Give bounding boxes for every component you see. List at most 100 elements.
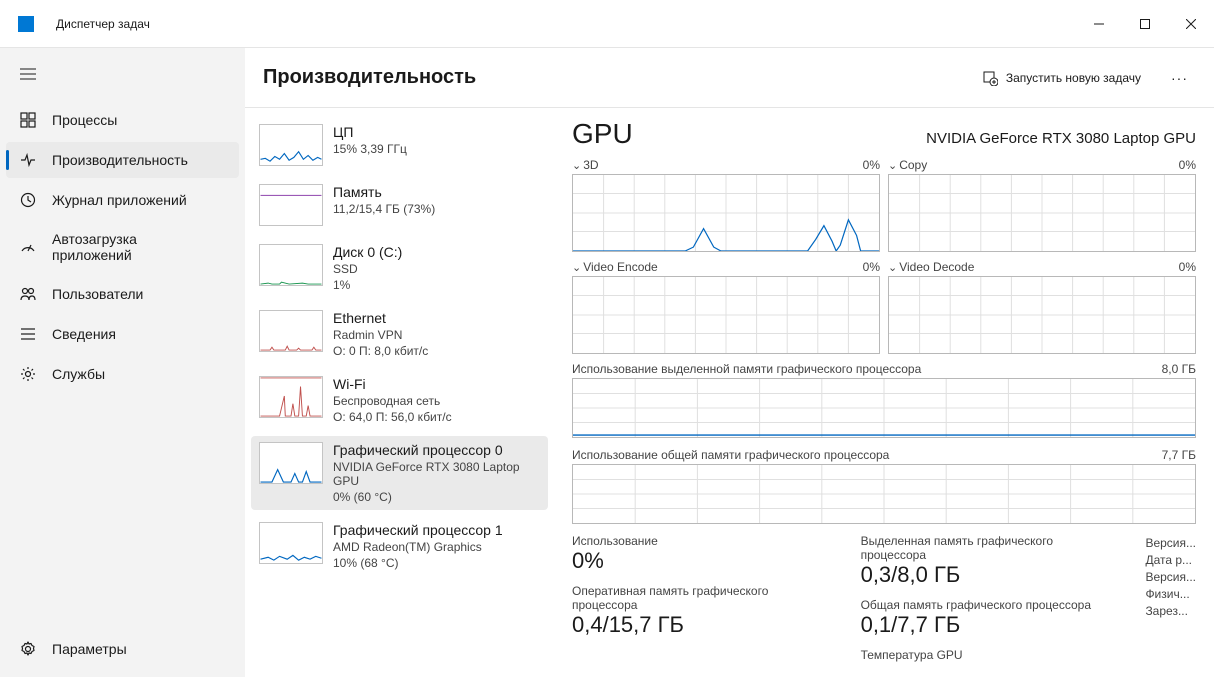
thumb-wifi — [259, 376, 323, 418]
gpu-ram-value: 0,4/15,7 ГБ — [572, 612, 821, 638]
temperature-label: Температура GPU — [861, 648, 1106, 662]
nav-label: Пользователи — [52, 286, 143, 302]
run-task-icon — [982, 70, 998, 86]
usage-value: 0% — [572, 548, 821, 574]
side-item: Физич... — [1145, 587, 1196, 601]
page-title: Производительность — [263, 66, 476, 89]
resource-gpu-0[interactable]: Графический процессор 0 NVIDIA GeForce R… — [251, 436, 548, 510]
history-icon — [20, 192, 36, 208]
graph-pct: 0% — [1179, 260, 1196, 274]
res-sub-2: 1% — [333, 278, 402, 292]
nav-label: Автозагрузка приложений — [52, 231, 202, 263]
res-title: Графический процессор 1 — [333, 522, 503, 538]
resource-ethernet[interactable]: Ethernet Radmin VPN О: 0 П: 8,0 кбит/с — [251, 304, 548, 364]
grid-icon — [20, 112, 36, 128]
resource-memory[interactable]: Память 11,2/15,4 ГБ (73%) — [251, 178, 548, 232]
run-task-label: Запустить новую задачу — [1006, 71, 1141, 85]
window-title: Диспетчер задач — [56, 17, 150, 31]
res-sub: NVIDIA GeForce RTX 3080 Laptop GPU — [333, 460, 540, 488]
graph-selector-3d[interactable]: 3D — [572, 158, 599, 172]
nav-label: Службы — [52, 366, 105, 382]
nav-label: Процессы — [52, 112, 117, 128]
nav-users[interactable]: Пользователи — [6, 276, 239, 312]
gpu-ram-label: Оперативная память графического процессо… — [572, 584, 821, 612]
res-sub: Беспроводная сеть — [333, 394, 452, 408]
thumb-disk — [259, 244, 323, 286]
minimize-button[interactable] — [1076, 0, 1122, 48]
graph-decode — [888, 276, 1196, 354]
resource-disk[interactable]: Диск 0 (C:) SSD 1% — [251, 238, 548, 298]
main: Процессы Производительность Журнал прило… — [0, 48, 1214, 677]
nav-label: Журнал приложений — [52, 192, 187, 208]
graph-shared-memory — [572, 464, 1196, 524]
nav-services[interactable]: Службы — [6, 356, 239, 392]
graph-3d — [572, 174, 880, 252]
res-sub-2: О: 0 П: 8,0 кбит/с — [333, 344, 428, 358]
maximize-button[interactable] — [1122, 0, 1168, 48]
usage-label: Использование — [572, 534, 821, 548]
shared-mem-label: Использование общей памяти графического … — [572, 448, 889, 462]
res-sub: 15% 3,39 ГГц — [333, 142, 407, 156]
res-sub: 11,2/15,4 ГБ (73%) — [333, 202, 435, 216]
resource-cpu[interactable]: ЦП 15% 3,39 ГГц — [251, 118, 548, 172]
content: Производительность Запустить новую задач… — [245, 48, 1214, 677]
res-title: Графический процессор 0 — [333, 442, 540, 458]
thumb-ethernet — [259, 310, 323, 352]
dedicated-mem-max: 8,0 ГБ — [1162, 362, 1196, 376]
graph-pct: 0% — [863, 158, 880, 172]
nav-performance[interactable]: Производительность — [6, 142, 239, 178]
side-item: Дата р... — [1145, 553, 1196, 567]
res-sub: AMD Radeon(TM) Graphics — [333, 540, 503, 554]
graph-pct: 0% — [1179, 158, 1196, 172]
graph-pct: 0% — [863, 260, 880, 274]
graph-selector-encode[interactable]: Video Encode — [572, 260, 658, 274]
graph-copy — [888, 174, 1196, 252]
titlebar: Диспетчер задач — [0, 0, 1214, 48]
hamburger-button[interactable] — [8, 56, 48, 92]
content-header: Производительность Запустить новую задач… — [245, 48, 1214, 108]
detail-title: GPU — [572, 118, 633, 150]
resource-wifi[interactable]: Wi-Fi Беспроводная сеть О: 64,0 П: 56,0 … — [251, 370, 548, 430]
run-task-button[interactable]: Запустить новую задачу — [970, 64, 1153, 92]
res-sub: SSD — [333, 262, 402, 276]
res-sub: Radmin VPN — [333, 328, 428, 342]
res-title: Wi-Fi — [333, 376, 452, 392]
side-item: Зарез... — [1145, 604, 1196, 618]
graph-encode — [572, 276, 880, 354]
gpu-name: NVIDIA GeForce RTX 3080 Laptop GPU — [926, 130, 1196, 147]
nav-processes[interactable]: Процессы — [6, 102, 239, 138]
side-item: Версия... — [1145, 536, 1196, 550]
total-label: Общая память графического процессора — [861, 598, 1106, 612]
nav-details[interactable]: Сведения — [6, 316, 239, 352]
thumb-gpu-0 — [259, 442, 323, 484]
gear-icon — [20, 366, 36, 382]
nav-app-history[interactable]: Журнал приложений — [6, 182, 239, 218]
res-title: ЦП — [333, 124, 407, 140]
thumb-memory — [259, 184, 323, 226]
more-button[interactable]: ··· — [1161, 64, 1198, 92]
res-sub-2: 10% (68 °C) — [333, 556, 503, 570]
res-title: Диск 0 (C:) — [333, 244, 402, 260]
activity-icon — [20, 152, 36, 168]
app-icon — [18, 16, 34, 32]
side-details: Версия... Дата р... Версия... Физич... З… — [1145, 534, 1196, 662]
nav-label: Производительность — [52, 152, 188, 168]
close-button[interactable] — [1168, 0, 1214, 48]
nav-startup[interactable]: Автозагрузка приложений — [6, 222, 239, 272]
thumb-cpu — [259, 124, 323, 166]
thumb-gpu-1 — [259, 522, 323, 564]
res-title: Ethernet — [333, 310, 428, 326]
graph-selector-decode[interactable]: Video Decode — [888, 260, 974, 274]
total-value: 0,1/7,7 ГБ — [861, 612, 1106, 638]
detail-pane: GPU NVIDIA GeForce RTX 3080 Laptop GPU 3… — [554, 108, 1214, 677]
shared-mem-max: 7,7 ГБ — [1162, 448, 1196, 462]
nav-settings[interactable]: Параметры — [6, 631, 239, 667]
users-icon — [20, 286, 36, 302]
nav-label: Параметры — [52, 641, 127, 657]
res-sub-2: 0% (60 °C) — [333, 490, 540, 504]
graph-selector-copy[interactable]: Copy — [888, 158, 927, 172]
resource-gpu-1[interactable]: Графический процессор 1 AMD Radeon(TM) G… — [251, 516, 548, 576]
side-item: Версия... — [1145, 570, 1196, 584]
nav-label: Сведения — [52, 326, 116, 342]
dedicated-mem-label: Использование выделенной памяти графичес… — [572, 362, 921, 376]
